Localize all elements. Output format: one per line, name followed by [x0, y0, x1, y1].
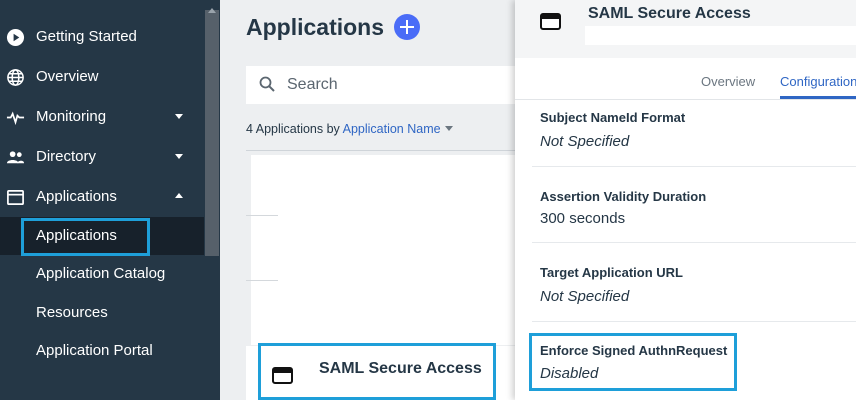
pulse-icon — [6, 108, 25, 127]
list-divider — [246, 150, 516, 151]
sidebar-item-label: Overview — [36, 68, 99, 85]
search-icon — [259, 76, 275, 92]
field-label: Subject NameId Format — [540, 110, 686, 125]
sidebar-item-label: Monitoring — [36, 108, 107, 125]
application-list-card — [251, 155, 516, 345]
chevron-down-icon[interactable] — [175, 154, 183, 159]
field-divider — [532, 242, 856, 243]
field-subject-nameid-format: Subject NameId Format — [515, 100, 856, 128]
sidebar-item-label: Getting Started — [36, 28, 137, 45]
sidebar-subitem-application-catalog[interactable]: Application Catalog — [0, 255, 204, 293]
search-input[interactable] — [287, 73, 507, 97]
panel-title: SAML Secure Access — [588, 5, 751, 22]
sidebar-subitem-label: Resources — [36, 304, 108, 321]
window-icon — [6, 188, 25, 207]
panel-title-field — [585, 26, 856, 45]
highlight-box-enforce-signed-authnrequest — [529, 333, 737, 391]
globe-icon — [6, 68, 25, 87]
field-value: Not Specified — [540, 288, 630, 305]
chevron-down-icon[interactable] — [175, 114, 183, 119]
field-divider — [532, 166, 856, 167]
sidebar-item-monitoring[interactable]: Monitoring — [0, 98, 204, 136]
field-value: 300 seconds — [540, 210, 626, 227]
caret-down-icon[interactable] — [444, 126, 453, 131]
chevron-up-icon[interactable] — [175, 193, 183, 198]
sidebar-subitem-application-portal[interactable]: Application Portal — [0, 332, 204, 370]
sidebar-subitem-label: Application Portal — [36, 342, 153, 359]
scroll-up-arrow-icon[interactable] — [208, 8, 216, 13]
field-label: Target Application URL — [540, 265, 683, 280]
sidebar-subitem-label: Application Catalog — [36, 265, 166, 282]
sidebar-item-applications[interactable]: Applications — [0, 178, 204, 216]
sidebar-item-directory[interactable]: Directory — [0, 138, 204, 176]
application-icon — [540, 13, 561, 30]
sidebar-item-label: Applications — [36, 188, 117, 205]
sidebar-item-overview[interactable]: Overview — [0, 58, 204, 96]
page-title: Applications — [246, 14, 385, 40]
field-value: Not Specified — [540, 133, 630, 150]
field-label: Assertion Validity Duration — [540, 189, 707, 204]
row-divider — [246, 215, 278, 216]
sidebar-item-label: Directory — [36, 148, 97, 165]
application-count: 4 Applications by Application Name — [246, 122, 453, 136]
sidebar-item-getting-started[interactable]: Getting Started — [0, 18, 204, 56]
application-count-text: 4 Applications by — [246, 122, 343, 136]
sidebar-subitem-resources[interactable]: Resources — [0, 294, 204, 332]
add-application-button[interactable] — [394, 14, 420, 40]
sidebar-scrollbar-thumb[interactable] — [205, 10, 219, 256]
tab-overview[interactable]: Overview — [701, 74, 755, 89]
row-divider — [246, 280, 278, 281]
tab-configuration[interactable]: Configuration — [780, 74, 856, 89]
field-divider — [532, 321, 856, 322]
play-circle-icon — [6, 28, 25, 47]
users-icon — [6, 148, 25, 167]
highlight-box-sidebar-applications — [21, 218, 150, 256]
highlight-box-application-row — [258, 343, 496, 400]
sort-by-dropdown[interactable]: Application Name — [343, 122, 441, 136]
